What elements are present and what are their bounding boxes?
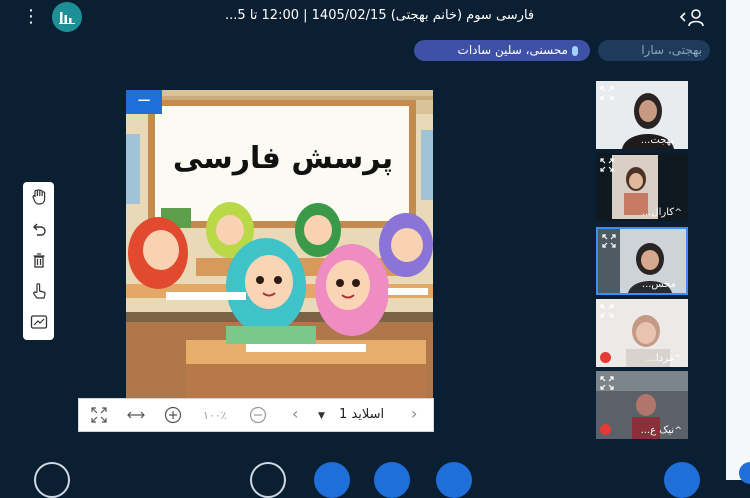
top-bar: ⋮ فارسی سوم (خانم بهجتی) 1405/02/15 | 12… — [0, 0, 726, 34]
expand-icon[interactable] — [602, 233, 616, 248]
participant-name: بهجت... — [640, 135, 674, 146]
camera-button[interactable] — [314, 462, 350, 498]
muted-mic-icon — [600, 352, 611, 363]
speaker-chip[interactable]: بهجتی، سارا — [598, 40, 710, 61]
participant-name: کارال... — [641, 207, 674, 218]
participant-tile-2[interactable]: کارال... ^ — [596, 153, 688, 221]
undo-icon[interactable] — [28, 218, 49, 240]
minimize-slide-button[interactable]: − — [126, 90, 162, 114]
side-panel-edge — [726, 0, 750, 484]
muted-mic-icon — [600, 424, 611, 435]
participant-name: مردا... — [646, 353, 674, 364]
participant-name: نیک ع... — [640, 425, 674, 436]
annotation-toolbox — [23, 182, 54, 340]
user-icon[interactable] — [679, 7, 706, 27]
participant-tile-5[interactable]: نیک ع... ^ — [596, 371, 688, 439]
kebab-menu-icon[interactable]: ⋮ — [22, 6, 40, 28]
classroom-illustration: پرسش فارسی — [126, 90, 433, 398]
expand-icon[interactable] — [600, 157, 614, 172]
chevron-up-icon[interactable]: ^ — [674, 426, 682, 436]
zoom-level: ۱۰۰٪ — [203, 409, 227, 422]
previous-slide-icon[interactable]: ‹ — [292, 406, 298, 422]
hand-tool-icon[interactable] — [28, 186, 49, 208]
presentation-slide: پرسش فارسی — [126, 90, 433, 398]
raise-hand-button[interactable] — [34, 462, 70, 498]
active-speaker-name: محسنی، سلین سادات — [457, 43, 568, 57]
active-speaker-chip[interactable]: محسنی، سلین سادات — [414, 40, 590, 61]
expand-icon[interactable] — [600, 375, 614, 390]
slide-heading: پرسش فارسی — [173, 141, 393, 176]
zoom-out-icon[interactable] — [249, 406, 267, 428]
more-actions-button[interactable] — [664, 462, 700, 498]
meeting-title: فارسی سوم (خانم بهجتی) 1405/02/15 | 12:0… — [225, 8, 535, 23]
microphone-button[interactable] — [436, 462, 472, 498]
trash-icon[interactable] — [28, 249, 49, 271]
chevron-up-icon[interactable]: ^ — [674, 208, 682, 218]
zoom-in-icon[interactable] — [164, 406, 182, 428]
bar-chart-icon[interactable] — [52, 2, 82, 32]
fit-width-icon[interactable] — [127, 407, 145, 427]
pointer-hand-icon[interactable] — [28, 280, 49, 302]
audio-button[interactable] — [374, 462, 410, 498]
whiteboard-icon[interactable] — [28, 311, 49, 333]
expand-icon[interactable] — [600, 85, 614, 100]
next-slide-icon[interactable]: › — [411, 406, 417, 422]
share-screen-button[interactable] — [250, 462, 286, 498]
participant-name: محس... — [641, 279, 676, 290]
slide-control-bar: ۱۰۰٪ ‹ ▼ اسلاید 1 › — [78, 398, 434, 432]
participant-tile-1[interactable]: بهجت... — [596, 81, 688, 149]
microphone-icon — [572, 45, 578, 56]
chevron-down-icon[interactable]: ▼ — [318, 408, 325, 424]
fullscreen-icon[interactable] — [91, 407, 107, 427]
chat-fab-icon[interactable] — [739, 462, 750, 484]
chevron-up-icon[interactable]: ^ — [674, 354, 682, 364]
speaker-name: بهجتی، سارا — [641, 43, 702, 57]
participant-tile-3[interactable]: محس... — [596, 227, 688, 295]
expand-icon[interactable] — [600, 303, 614, 318]
participant-tile-4[interactable]: مردا... ^ — [596, 299, 688, 367]
slide-selector[interactable]: اسلاید 1 — [339, 407, 384, 423]
